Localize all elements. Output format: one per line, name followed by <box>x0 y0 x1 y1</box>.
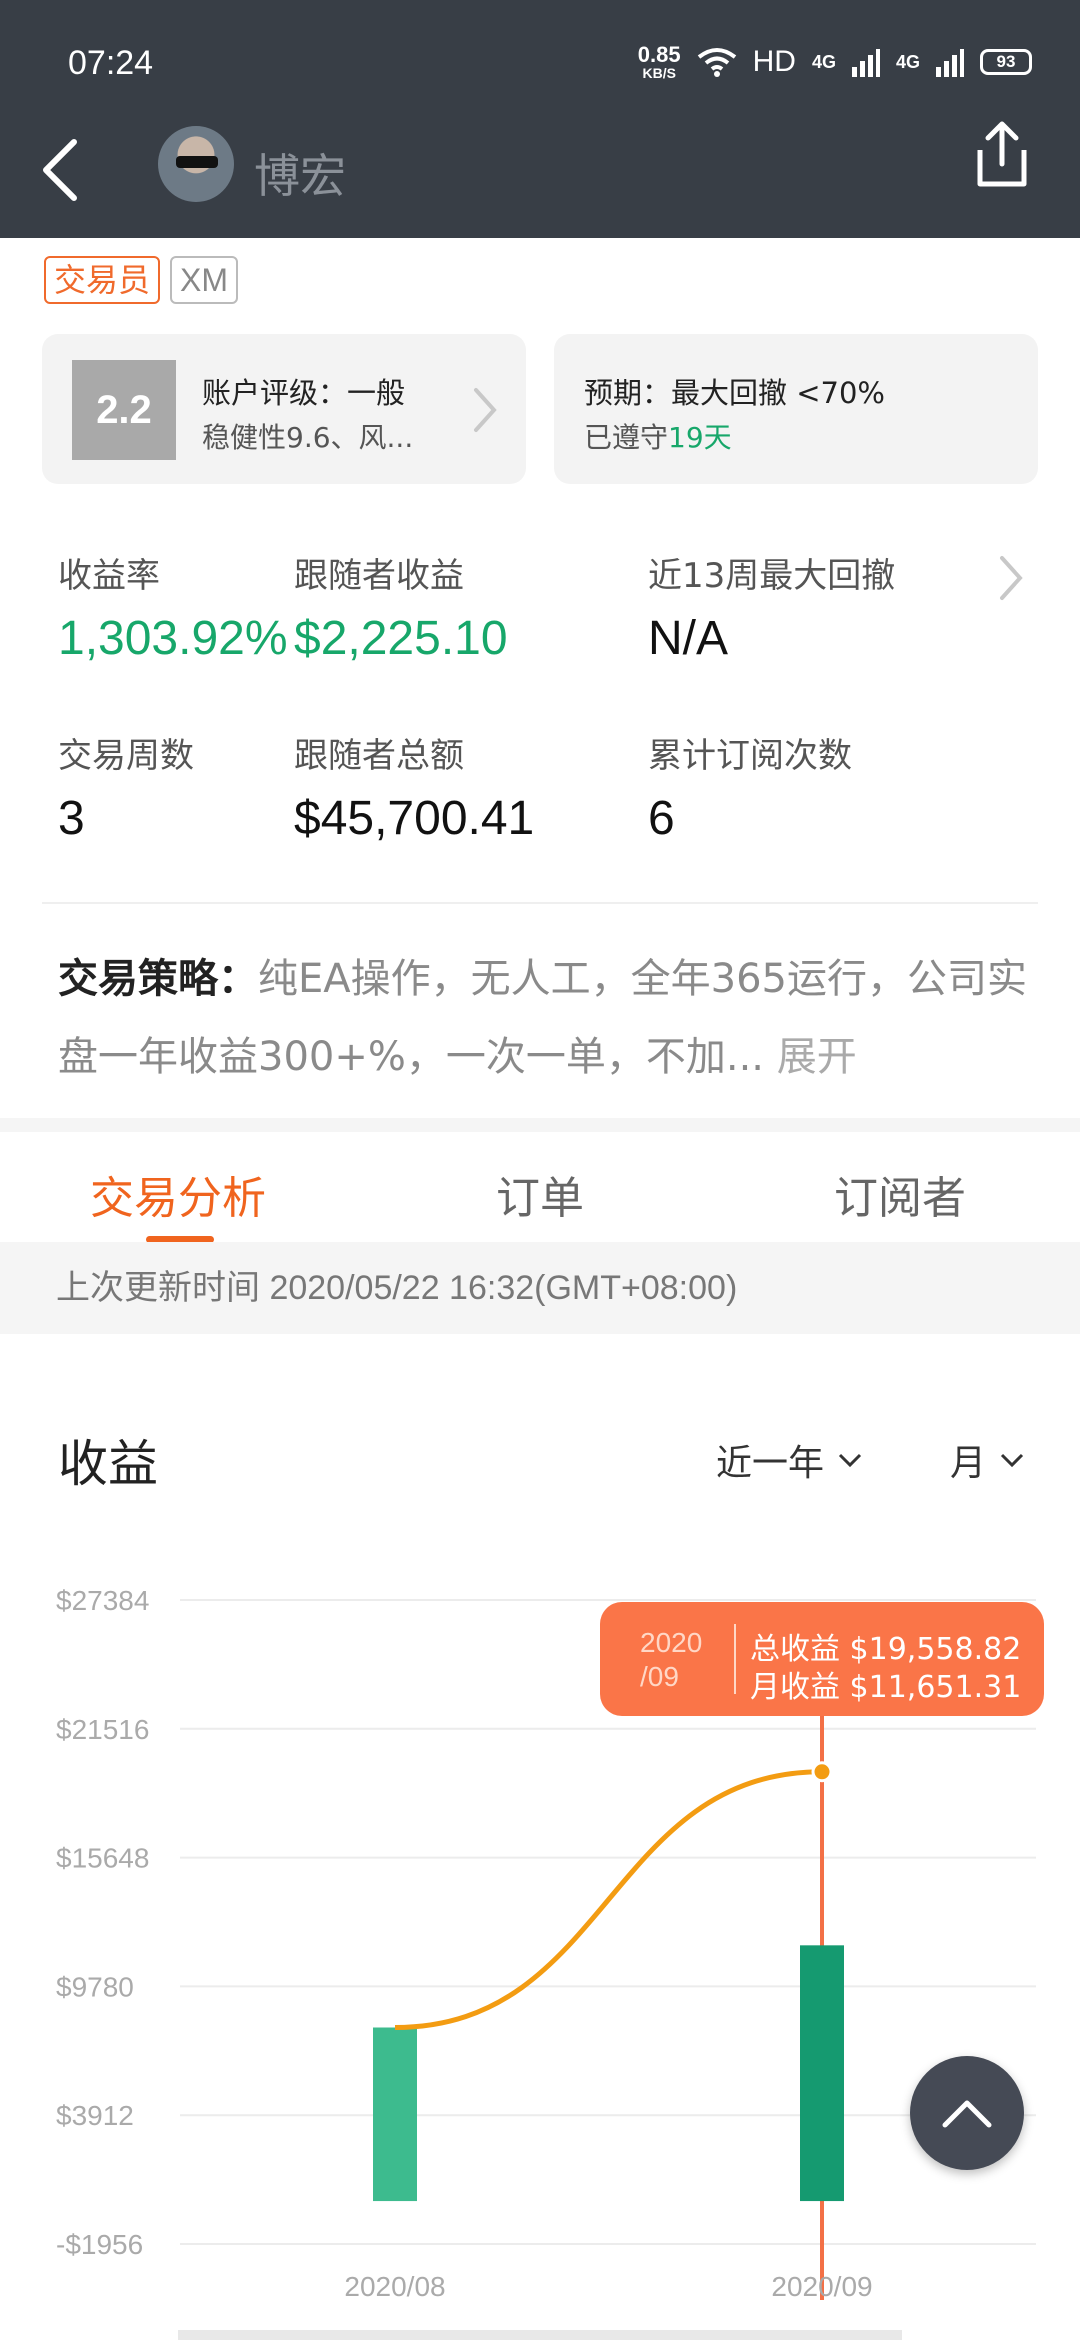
net-speed-value: 0.85 <box>637 42 681 67</box>
stat-return-rate: 收益率 1,303.92% <box>58 548 288 666</box>
expect-sub-days: 19天 <box>668 421 732 454</box>
expect-title: 预期：最大回撤 <70% <box>584 376 885 410</box>
bar <box>373 2027 417 2202</box>
chevron-down-icon <box>838 1453 862 1468</box>
battery-icon: 93 <box>980 49 1032 75</box>
back-arrow-icon[interactable] <box>40 138 80 202</box>
bar <box>800 1945 844 2202</box>
tab-orders[interactable]: 订单 <box>496 1162 584 1226</box>
trader-badge: 交易员 <box>44 256 161 304</box>
net-speed-unit: KB/S <box>642 65 676 81</box>
stat-label: 累计订阅次数 <box>648 736 852 776</box>
signal-4g-label-1: 4G <box>811 51 836 72</box>
wifi-icon <box>697 48 736 77</box>
chevron-right-icon <box>474 388 497 432</box>
stat-value: $45,700.41 <box>294 792 535 845</box>
range-dropdown[interactable]: 近一年 <box>716 1434 862 1486</box>
y-tick-label: $3912 <box>56 2100 134 2131</box>
y-tick-label: $15648 <box>56 1843 149 1874</box>
status-icons: 0.85 KB/S HD 4G 4G 93 <box>638 44 1032 80</box>
chevron-down-icon <box>1000 1453 1024 1468</box>
broker-badge: XM <box>170 256 239 304</box>
y-tick-label: -$1956 <box>56 2229 143 2260</box>
section-gap <box>0 1118 1080 1132</box>
expand-link[interactable]: 展开 <box>777 1034 857 1080</box>
stat-subscriptions: 累计订阅次数 6 <box>648 728 852 846</box>
hd-indicator: HD <box>752 45 796 78</box>
x-tick-label: 2020/08 <box>344 2271 445 2300</box>
stat-label: 交易周数 <box>58 736 194 776</box>
chart-tooltip: 2020 /09 总收益 $19,558.82 月收益 $11,651.31 <box>600 1602 1044 1716</box>
tooltip-monthly: 月收益 $11,651.31 <box>750 1670 1022 1705</box>
app-header: 07:24 0.85 KB/S HD 4G 4G 93 博宏 <box>0 0 1080 238</box>
divider <box>42 902 1038 904</box>
tooltip-date-month: /09 <box>640 1661 679 1692</box>
strategy-label: 交易策略： <box>58 956 258 1002</box>
chevron-right-icon[interactable] <box>996 552 1026 604</box>
analysis-tabs: 交易分析 订单 订阅者 <box>0 1132 1080 1243</box>
trader-tags: 交易员 XM <box>44 256 239 304</box>
update-time: 上次更新时间 2020/05/22 16:32(GMT+08:00) <box>0 1242 1080 1334</box>
y-tick-label: $27384 <box>56 1585 149 1616</box>
net-speed: 0.85 KB/S <box>637 42 681 81</box>
stat-label: 跟随者总额 <box>294 736 464 776</box>
tooltip-separator <box>734 1624 736 1694</box>
y-tick-label: $21516 <box>56 1714 149 1745</box>
share-icon[interactable] <box>972 120 1032 190</box>
tab-subscribers[interactable]: 订阅者 <box>834 1162 966 1226</box>
chart-title: 收益 <box>58 1435 158 1493</box>
signal-icon <box>851 49 880 77</box>
horizontal-scrollbar[interactable] <box>178 2330 902 2340</box>
signal-4g-label-2: 4G <box>895 51 920 72</box>
stat-value: 3 <box>58 792 85 845</box>
strategy-text: 交易策略：纯EA操作，无人工，全年365运行，公司实盘一年收益300+%，一次一… <box>58 940 1028 1096</box>
rating-score: 2.2 <box>72 360 176 460</box>
tooltip-date-year: 2020 <box>640 1627 703 1658</box>
stat-trade-weeks: 交易周数 3 <box>58 728 194 846</box>
rating-title: 账户评级：一般 <box>202 376 406 410</box>
selected-point <box>811 1761 833 1783</box>
chevron-up-icon <box>942 2100 992 2128</box>
rating-subtitle: 稳健性9.6、风... <box>202 421 414 454</box>
expect-subtitle: 已遵守19天 <box>584 416 732 456</box>
stat-follower-profit: 跟随者收益 $2,225.10 <box>294 548 508 666</box>
series-line <box>394 1769 823 2030</box>
trader-name: 博宏 <box>254 149 346 203</box>
stat-value: 6 <box>648 792 675 845</box>
tab-trade-analysis[interactable]: 交易分析 <box>90 1162 266 1226</box>
period-dropdown[interactable]: 月 <box>950 1434 1024 1486</box>
y-tick-label: $9780 <box>56 1971 134 2002</box>
stat-max-drawdown[interactable]: 近13周最大回撤 N/A <box>648 548 895 666</box>
x-tick-label: 2020/09 <box>771 2271 872 2300</box>
tooltip-date: 2020 /09 <box>640 1626 702 1694</box>
stat-label: 近13周最大回撤 <box>648 556 896 596</box>
trader-avatar[interactable] <box>158 126 234 202</box>
scroll-to-top-button[interactable] <box>910 2056 1024 2170</box>
stat-label: 跟随者收益 <box>294 556 464 596</box>
signal-icon-2 <box>936 49 964 77</box>
period-value: 月 <box>950 1443 987 1484</box>
stat-label: 收益率 <box>58 556 160 596</box>
expect-sub-prefix: 已遵守 <box>584 421 669 454</box>
expectation-card: 预期：最大回撤 <70% 已遵守19天 <box>554 334 1038 484</box>
range-value: 近一年 <box>716 1443 825 1484</box>
stat-value: 1,303.92% <box>58 612 288 665</box>
stat-follower-total: 跟随者总额 $45,700.41 <box>294 728 534 846</box>
status-time: 07:24 <box>68 44 154 82</box>
stat-value: $2,225.10 <box>294 612 508 665</box>
stat-value: N/A <box>648 612 729 665</box>
account-rating-card[interactable]: 2.2 账户评级：一般 稳健性9.6、风... <box>42 334 526 484</box>
